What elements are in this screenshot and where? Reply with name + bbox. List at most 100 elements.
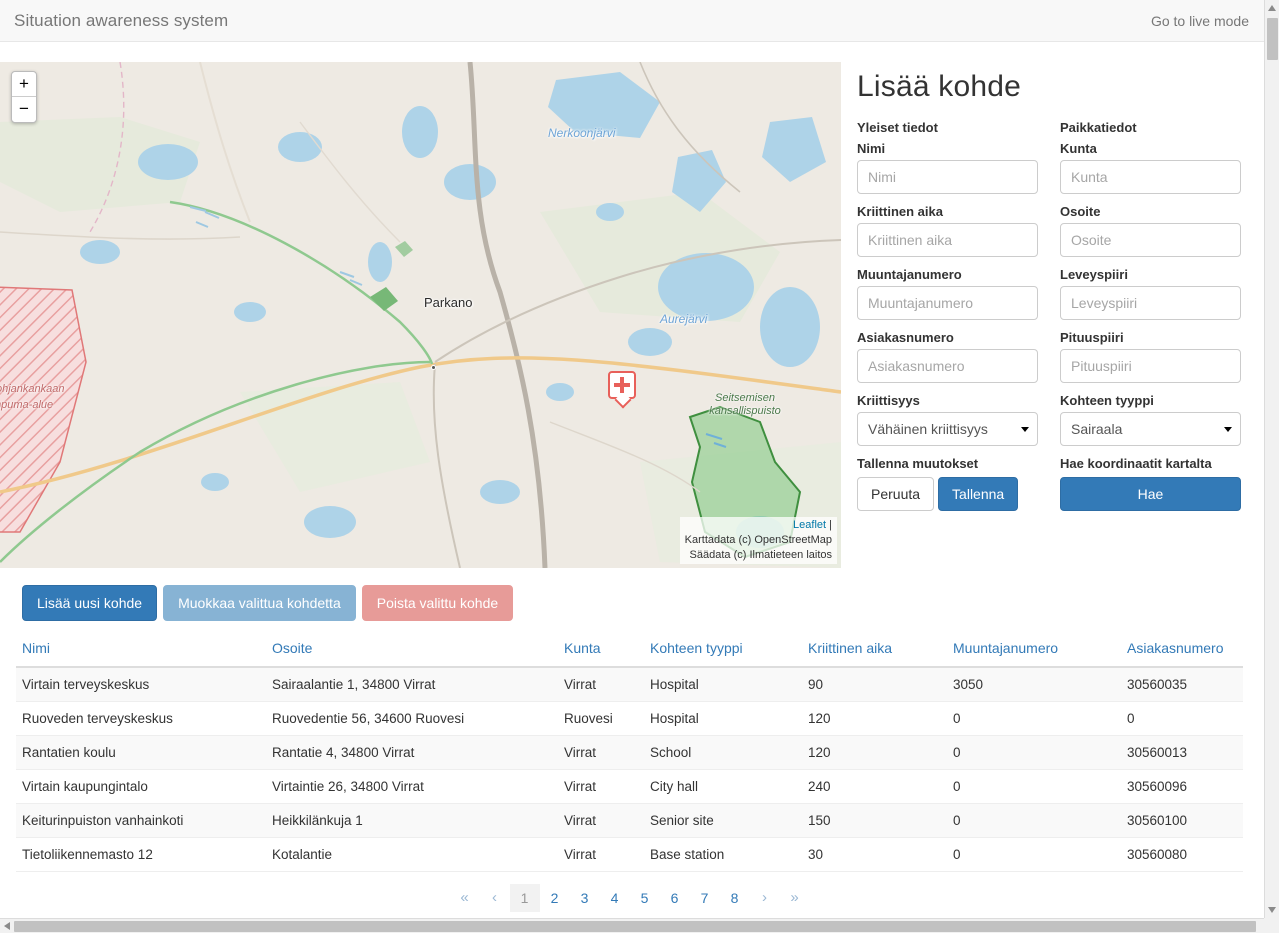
table-row[interactable]: Virtain kaupungintalo Virtaintie 26, 348… (16, 769, 1243, 804)
fetch-coordinates-heading: Hae koordinaatit kartalta (1060, 456, 1212, 471)
label-nimi: Nimi (857, 141, 886, 156)
table-header-row: Nimi Osoite Kunta Kohteen tyyppi Kriitti… (16, 640, 1243, 668)
hospital-marker-icon[interactable] (608, 371, 636, 399)
pagination-next[interactable]: › (750, 884, 780, 912)
map-container[interactable]: Nerkoonjärvi Aurejärvi Parkano Seitsemis… (0, 62, 841, 568)
cell-muuntajanumero: 0 (947, 769, 1121, 804)
table-row[interactable]: Tietoliikennemasto 12 Kotalantie Virrat … (16, 837, 1243, 872)
select-kriittisyys[interactable]: Vähäinen kriittisyys (857, 412, 1038, 446)
label-kunta: Kunta (1060, 141, 1097, 156)
attribution-weather-data: Säädata (c) Ilmatieteen laitos (689, 549, 832, 561)
vertical-scrollbar-thumb[interactable] (1267, 18, 1278, 60)
add-target-form-panel: Lisää kohde Yleiset tiedot Nimi Kriittin… (857, 70, 1257, 511)
select-kriittisyys-value: Vähäinen kriittisyys (868, 421, 988, 437)
cell-kriittinen-aika: 30 (802, 837, 947, 872)
cell-kunta: Virrat (558, 735, 644, 770)
cell-asiakasnumero: 30560013 (1121, 735, 1243, 770)
cell-osoite: Kotalantie (266, 837, 558, 872)
pagination-prev[interactable]: ‹ (480, 884, 510, 912)
leaflet-link[interactable]: Leaflet (793, 519, 826, 531)
scroll-up-arrow-icon[interactable] (1268, 5, 1276, 11)
add-new-target-button[interactable]: Lisää uusi kohde (22, 585, 158, 621)
zoom-in-button[interactable]: + (12, 72, 36, 97)
cell-asiakasnumero: 30560080 (1121, 837, 1243, 872)
pagination-page-4[interactable]: 4 (600, 884, 630, 912)
input-pituuspiiri[interactable] (1060, 349, 1241, 383)
cell-kriittinen-aika: 120 (802, 735, 947, 770)
input-osoite[interactable] (1060, 223, 1241, 257)
scroll-left-arrow-icon[interactable] (4, 922, 10, 930)
header-kohteen-tyyppi[interactable]: Kohteen tyyppi (644, 640, 802, 668)
cell-osoite: Sairaalantie 1, 34800 Virrat (266, 667, 558, 702)
go-to-live-mode-link[interactable]: Go to live mode (1151, 13, 1249, 29)
location-info-column: Paikkatiedot Kunta Osoite Leveyspiiri Pi… (1060, 120, 1241, 511)
header-muuntajanumero[interactable]: Muuntajanumero (947, 640, 1121, 668)
header-kriittinen-aika[interactable]: Kriittinen aika (802, 640, 947, 668)
input-nimi[interactable] (857, 160, 1038, 194)
pagination-last[interactable]: » (780, 884, 810, 912)
cell-muuntajanumero: 0 (947, 701, 1121, 736)
targets-table: Nimi Osoite Kunta Kohteen tyyppi Kriitti… (16, 640, 1243, 872)
cell-osoite: Heikkilänkuja 1 (266, 803, 558, 838)
input-muuntajanumero[interactable] (857, 286, 1038, 320)
pagination-page-5[interactable]: 5 (630, 884, 660, 912)
table-row[interactable]: Keiturinpuiston vanhainkoti Heikkilänkuj… (16, 803, 1243, 838)
pagination-page-7[interactable]: 7 (690, 884, 720, 912)
map-zoom-control: + − (11, 71, 37, 123)
cell-kriittinen-aika: 240 (802, 769, 947, 804)
pagination-page-6[interactable]: 6 (660, 884, 690, 912)
cell-nimi: Keiturinpuiston vanhainkoti (16, 803, 266, 838)
pagination-page-2[interactable]: 2 (540, 884, 570, 912)
input-asiakasnumero[interactable] (857, 349, 1038, 383)
scroll-down-arrow-icon[interactable] (1268, 907, 1276, 913)
cancel-button[interactable]: Peruuta (857, 477, 935, 511)
attribution-separator: | (829, 519, 832, 531)
save-button[interactable]: Tallenna (938, 477, 1019, 511)
cell-osoite: Rantatie 4, 34800 Virrat (266, 735, 558, 770)
table-row[interactable]: Virtain terveyskeskus Sairaalantie 1, 34… (16, 667, 1243, 702)
header-osoite[interactable]: Osoite (266, 640, 558, 668)
vertical-scrollbar[interactable] (1264, 0, 1279, 918)
pagination-page-1: 1 (509, 884, 540, 912)
label-leveyspiiri: Leveyspiiri (1060, 267, 1128, 282)
zoom-out-button[interactable]: − (12, 97, 36, 122)
chevron-down-icon (1021, 427, 1029, 432)
general-info-column: Yleiset tiedot Nimi Kriittinen aika Muun… (857, 120, 1038, 511)
cell-asiakasnumero: 30560096 (1121, 769, 1243, 804)
save-button-row: Peruuta Tallenna (857, 477, 1038, 511)
fetch-coordinates-button[interactable]: Hae (1060, 477, 1241, 511)
delete-selected-target-button[interactable]: Poista valittu kohde (361, 585, 514, 621)
input-leveyspiiri[interactable] (1060, 286, 1241, 320)
pagination-first[interactable]: « (450, 884, 480, 912)
label-osoite: Osoite (1060, 204, 1101, 219)
cell-asiakasnumero: 30560100 (1121, 803, 1243, 838)
cross-horizontal-bar (614, 383, 630, 387)
label-kohteen-tyyppi: Kohteen tyyppi (1060, 393, 1154, 408)
scrollbar-corner (1264, 918, 1279, 933)
table-row[interactable]: Ruoveden terveyskeskus Ruovedentie 56, 3… (16, 701, 1243, 736)
cell-kunta: Virrat (558, 769, 644, 804)
map-attribution: Leaflet | Karttadata (c) OpenStreetMap S… (679, 517, 837, 564)
horizontal-scrollbar[interactable] (0, 918, 1279, 933)
horizontal-scrollbar-thumb[interactable] (14, 921, 1256, 932)
input-kriittinen-aika[interactable] (857, 223, 1038, 257)
header-kunta[interactable]: Kunta (558, 640, 644, 668)
table-head: Nimi Osoite Kunta Kohteen tyyppi Kriitti… (16, 640, 1243, 668)
header-asiakasnumero[interactable]: Asiakasnumero (1121, 640, 1243, 668)
input-kunta[interactable] (1060, 160, 1241, 194)
pagination: « ‹ 1 2 3 4 5 6 7 8 › » (0, 884, 1259, 912)
table-row[interactable]: Rantatien koulu Rantatie 4, 34800 Virrat… (16, 735, 1243, 770)
cell-muuntajanumero: 0 (947, 803, 1121, 838)
header-nimi[interactable]: Nimi (16, 640, 266, 668)
select-kohteen-tyyppi[interactable]: Sairaala (1060, 412, 1241, 446)
table-body: Virtain terveyskeskus Sairaalantie 1, 34… (16, 667, 1243, 872)
cell-asiakasnumero: 0 (1121, 701, 1243, 736)
cell-nimi: Ruoveden terveyskeskus (16, 701, 266, 736)
pagination-page-8[interactable]: 8 (720, 884, 750, 912)
pagination-page-3[interactable]: 3 (570, 884, 600, 912)
cell-nimi: Virtain kaupungintalo (16, 769, 266, 804)
cell-tyyppi: School (644, 735, 802, 770)
edit-selected-target-button[interactable]: Muokkaa valittua kohdetta (163, 585, 356, 621)
cell-muuntajanumero: 0 (947, 837, 1121, 872)
select-kohteen-tyyppi-value: Sairaala (1071, 421, 1123, 437)
